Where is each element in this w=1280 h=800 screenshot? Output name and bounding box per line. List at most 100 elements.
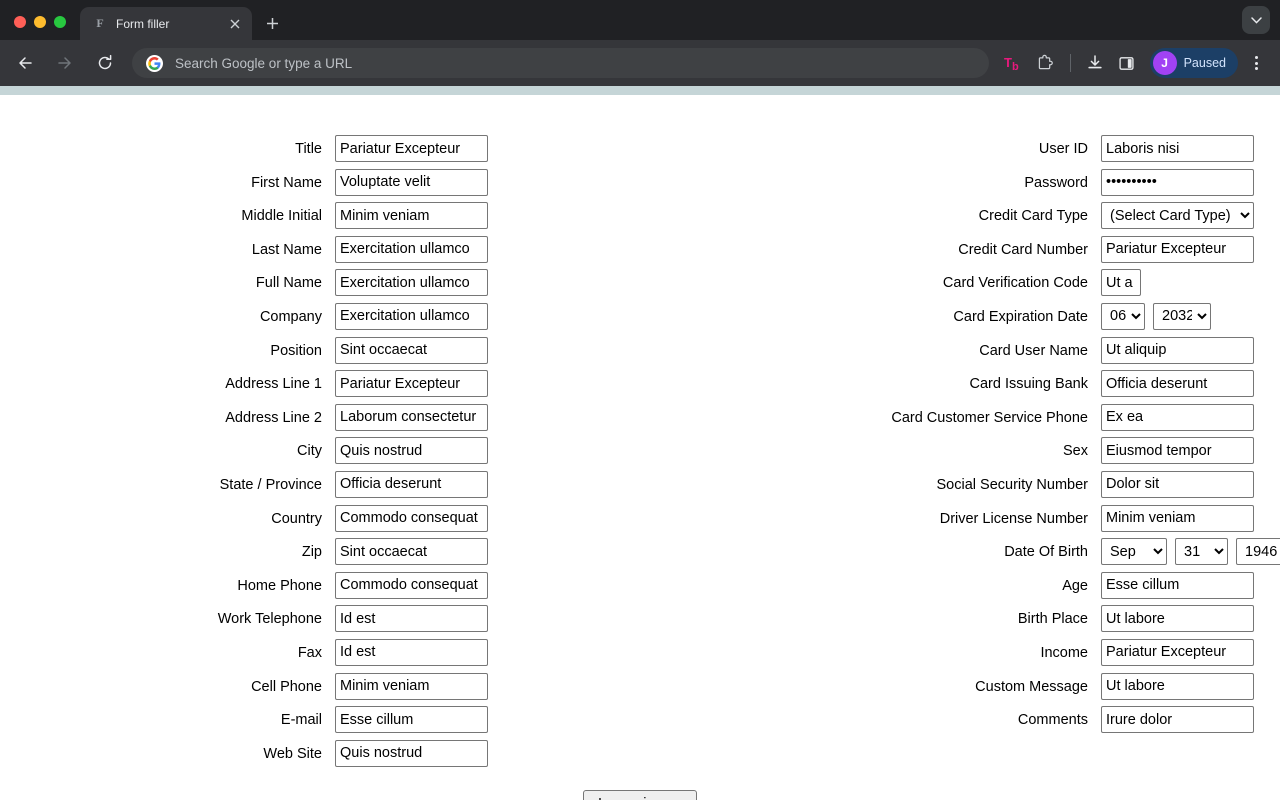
form-row-home-phone: Home Phone	[0, 571, 501, 599]
input-card-issuing-bank[interactable]	[1101, 370, 1254, 398]
control-card-expiration-date: 010203040506070809101112 2024202520262027…	[1101, 302, 1211, 330]
address-bar[interactable]: Search Google or type a URL	[132, 48, 989, 78]
input-custom-message[interactable]	[1101, 672, 1254, 700]
browser-tab[interactable]: F Form filler	[80, 7, 252, 40]
input-web-site[interactable]	[335, 739, 488, 767]
reload-icon[interactable]	[89, 47, 121, 79]
input-password[interactable]	[1101, 168, 1254, 196]
form-row-email: E-mail	[0, 706, 501, 734]
tb-extension-logo-icon[interactable]: T b	[999, 48, 1029, 78]
input-city[interactable]	[335, 437, 488, 465]
form-row-title: Title	[0, 135, 501, 162]
label-title: Title	[295, 141, 322, 157]
control-position	[335, 336, 488, 364]
label-password: Password	[1024, 174, 1088, 191]
input-zip[interactable]	[335, 538, 488, 566]
input-state-province[interactable]	[335, 470, 488, 498]
downloads-icon[interactable]	[1080, 48, 1110, 78]
input-driver-license-number[interactable]	[1101, 504, 1254, 532]
input-comments[interactable]	[1101, 706, 1254, 734]
label-comments: Comments	[1017, 712, 1088, 729]
label-credit-card-number: Credit Card Number	[958, 241, 1088, 258]
form-row-company: Company	[0, 302, 501, 330]
label-social-security-number: Social Security Number	[936, 476, 1089, 493]
control-country	[335, 504, 488, 532]
form-column-left: Title First Name Middle Initial Last Name Fu…	[0, 135, 501, 773]
select-date-of-birth-day[interactable]: 11528293031	[1175, 538, 1228, 566]
extensions-puzzle-icon[interactable]	[1031, 48, 1061, 78]
input-sex[interactable]	[1101, 437, 1254, 465]
input-last-name[interactable]	[335, 235, 488, 263]
input-position[interactable]	[335, 336, 488, 364]
label-work-telephone: Work Telephone	[217, 611, 322, 628]
forward-arrow-icon[interactable]	[49, 47, 81, 79]
input-home-phone[interactable]	[335, 571, 488, 599]
control-last-name	[335, 235, 488, 263]
input-income[interactable]	[1101, 638, 1254, 666]
select-card-expiration-date-month[interactable]: 010203040506070809101112	[1101, 302, 1145, 330]
input-title[interactable]	[335, 135, 488, 162]
label-income: Income	[1040, 644, 1088, 661]
new-tab-button[interactable]	[258, 9, 286, 37]
form-row-social-security-number: Social Security Number	[768, 470, 1254, 498]
label-card-issuing-bank: Card Issuing Bank	[969, 376, 1088, 393]
input-address-line-2[interactable]	[335, 403, 488, 431]
form-row-custom-message: Custom Message	[768, 672, 1254, 700]
label-credit-card-type: Credit Card Type	[978, 208, 1088, 225]
profile-status-label: Paused	[1183, 56, 1226, 70]
window-close-button[interactable]	[14, 16, 26, 28]
input-work-telephone[interactable]	[335, 605, 488, 633]
control-income	[1101, 638, 1254, 666]
input-card-user-name[interactable]	[1101, 336, 1254, 364]
input-card-verification-code[interactable]	[1101, 269, 1141, 297]
profile-pill-button[interactable]: J Paused	[1149, 48, 1238, 78]
label-web-site: Web Site	[263, 745, 322, 762]
select-date-of-birth-month[interactable]: JanFebMarAprMayJunJulAugSepOctNovDec	[1101, 538, 1167, 566]
window-minimize-button[interactable]	[34, 16, 46, 28]
window-traffic-lights	[0, 16, 80, 40]
label-first-name: First Name	[251, 174, 322, 191]
three-dot-menu-icon[interactable]	[1242, 49, 1270, 77]
form-row-fax: Fax	[0, 638, 501, 666]
select-card-expiration-date-year[interactable]: 2024202520262027202820292030203120322033	[1153, 302, 1211, 330]
form-row-work-telephone: Work Telephone	[0, 605, 501, 633]
input-birth-place[interactable]	[1101, 605, 1254, 633]
control-card-user-name	[1101, 336, 1254, 364]
browser-toolbar: Search Google or type a URL T b J Paused	[0, 40, 1280, 86]
label-card-verification-code: Card Verification Code	[942, 275, 1088, 292]
label-zip: Zip	[301, 544, 322, 561]
input-first-name[interactable]	[335, 168, 488, 196]
select-date-of-birth-year[interactable]: 19441945194619471948	[1236, 538, 1280, 566]
input-country[interactable]	[335, 504, 488, 532]
input-card-customer-service-phone[interactable]	[1101, 403, 1254, 431]
input-social-security-number[interactable]	[1101, 470, 1254, 498]
label-driver-license-number: Driver License Number	[939, 510, 1088, 527]
input-company[interactable]	[335, 302, 488, 330]
input-address-line-1[interactable]	[335, 370, 488, 398]
label-address-line-2: Address Line 2	[225, 409, 322, 426]
form-row-zip: Zip	[0, 538, 501, 566]
select-credit-card-type[interactable]: (Select Card Type)VisaMasterCardAmerican…	[1101, 202, 1254, 230]
submit-button[interactable]: Lorem ipsum	[583, 790, 697, 800]
tab-search-chevron-down-icon[interactable]	[1242, 6, 1270, 34]
form-row-date-of-birth: Date Of Birth JanFebMarAprMayJunJulAugSep…	[768, 538, 1280, 566]
input-cell-phone[interactable]	[335, 672, 488, 700]
side-panel-icon[interactable]	[1112, 48, 1142, 78]
tab-close-icon[interactable]	[226, 15, 244, 33]
form-row-credit-card-number: Credit Card Number	[768, 235, 1254, 263]
input-fax[interactable]	[335, 638, 488, 666]
input-credit-card-number[interactable]	[1101, 235, 1254, 263]
label-sex: Sex	[1063, 443, 1088, 460]
label-country: Country	[271, 510, 322, 527]
label-date-of-birth: Date Of Birth	[1004, 544, 1088, 561]
back-arrow-icon[interactable]	[9, 47, 41, 79]
window-maximize-button[interactable]	[54, 16, 66, 28]
input-middle-initial[interactable]	[335, 202, 488, 230]
input-user-id[interactable]	[1101, 135, 1254, 162]
input-full-name[interactable]	[335, 269, 488, 297]
input-age[interactable]	[1101, 571, 1254, 599]
input-email[interactable]	[335, 706, 488, 734]
label-card-expiration-date: Card Expiration Date	[953, 308, 1088, 325]
form-row-card-issuing-bank: Card Issuing Bank	[768, 370, 1254, 398]
browser-window: F Form filler Search Google or type a UR…	[0, 0, 1280, 800]
